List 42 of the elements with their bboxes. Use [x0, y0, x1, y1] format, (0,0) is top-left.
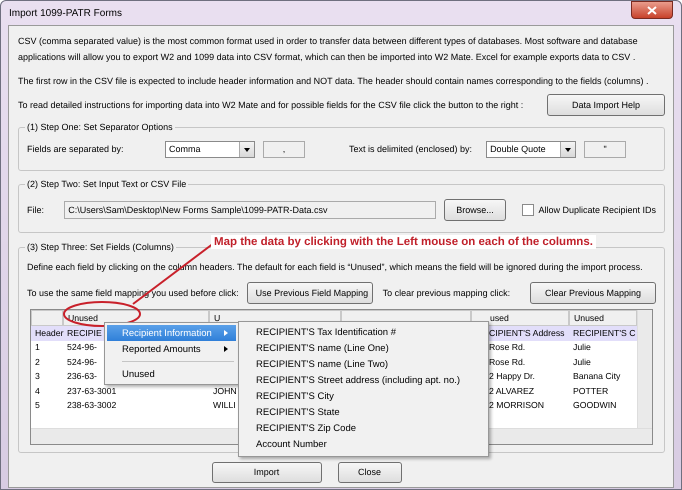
group-title: (3) Step Three: Set Fields (Columns)	[26, 242, 175, 252]
table-cell: CIPIENT'S Address	[489, 326, 565, 340]
table-cell: 236-63-	[67, 370, 97, 384]
field-label: Fields are separated by:	[27, 143, 125, 156]
annotation-text: Map the data by clicking with the Left mouse on each of the columns.	[211, 235, 596, 249]
row-label: 1	[35, 341, 40, 354]
table-cell: RECIPIENT'S C	[573, 326, 636, 340]
row-label: 4	[35, 384, 40, 398]
table-cell: RECIPIE	[67, 326, 102, 340]
table-cell: GOODWIN	[573, 399, 616, 412]
row-label: 5	[35, 399, 40, 412]
table-cell: Julie	[573, 356, 591, 369]
row-label: 2	[35, 356, 40, 369]
table-cell: Rose Rd.	[489, 341, 526, 354]
help-prompt: To read detailed instructions for importing data into W2 Mate and for possible fields for the CSV file click the button to the right :	[18, 98, 524, 112]
intro-paragraph: CSV (comma separated value) is the most common format used in order to transfer data between different types of databases. Most software and database applications will allow you to export W2 and 1099 data into CSV format, which can then be imported into W2 Mate. Excel for example exports data to CSV .	[18, 35, 639, 64]
table-cell: WILLI	[213, 399, 236, 412]
table-cell: 2 Happy Dr.	[489, 370, 535, 384]
table-cell: POTTER	[573, 384, 608, 398]
window-title: Import 1099-PATR Forms	[9, 6, 122, 20]
table-cell: JOHN	[213, 384, 237, 398]
table-cell: Julie	[573, 341, 591, 354]
table-cell: 524-96-	[67, 341, 97, 354]
field-label: File:	[27, 204, 46, 216]
group-title: (2) Step Two: Set Input Text or CSV File	[26, 179, 188, 189]
table-cell: 2 MORRISON	[489, 399, 544, 412]
previous-mapping-prompt: To use the same field mapping you used before click:	[27, 286, 239, 300]
table-cell: 524-96-	[67, 356, 97, 369]
table-cell: 238-63-3002	[67, 399, 116, 412]
table-cell: 2 ALVAREZ	[489, 384, 534, 398]
table-cell: 237-63-3001	[67, 384, 116, 398]
field-label: Text is delimited (enclosed) by:	[349, 143, 472, 156]
delimiter-char-field: "	[584, 141, 626, 158]
group-title: (1) Step One: Set Separator Options	[26, 122, 174, 132]
checkbox-label: Allow Duplicate Recipient IDs	[538, 204, 656, 216]
intro-paragraph: The first row in the CSV file is expected to include header information and NOT data. The header should contain names corresponding to the fields (columns) .	[18, 75, 650, 88]
separator-char-field: ,	[263, 141, 305, 158]
row-label: 3	[35, 370, 40, 384]
table-cell: Banana City	[573, 370, 620, 384]
table-cell: Rose Rd.	[489, 356, 526, 369]
clear-mapping-prompt: To clear previous mapping click:	[382, 286, 510, 300]
row-label: Header	[35, 326, 64, 340]
